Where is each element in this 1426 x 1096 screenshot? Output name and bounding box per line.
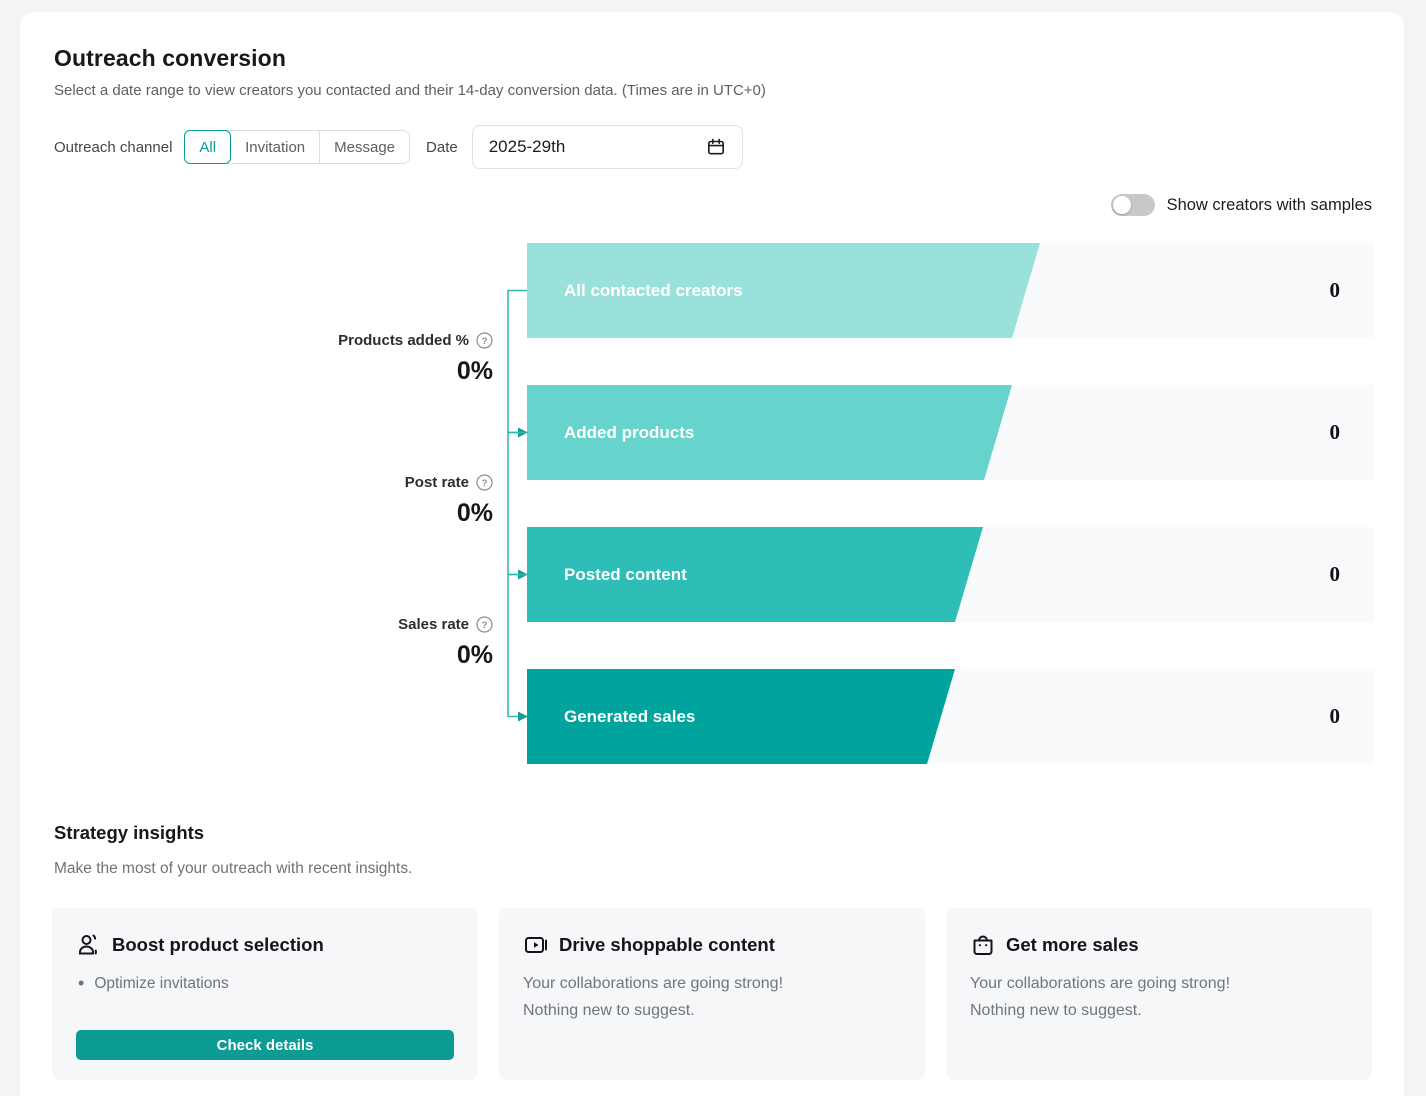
calendar-icon[interactable]	[706, 137, 726, 157]
funnel-bar: Added products	[527, 385, 1012, 480]
funnel-connector-lines	[20, 243, 540, 768]
strategy-insights-title: Strategy insights	[54, 822, 204, 844]
funnel-stage-label: Posted content	[564, 527, 687, 622]
funnel-bar: Generated sales	[527, 669, 955, 764]
funnel-stage-value: 0	[1330, 527, 1341, 622]
insight-card-title: Boost product selection	[112, 934, 324, 956]
page-title: Outreach conversion	[54, 45, 286, 72]
funnel-stage-label: Generated sales	[564, 669, 695, 764]
date-picker-input[interactable]: 2025-29th	[472, 125, 743, 169]
shoppable-video-icon	[523, 932, 549, 958]
funnel-bar: Posted content	[527, 527, 983, 622]
funnel-stage-label: Added products	[564, 385, 694, 480]
insight-card-boost-product-selection: Boost product selection • Optimize invit…	[52, 908, 478, 1080]
samples-toggle-row: Show creators with samples	[1111, 194, 1372, 216]
channel-segmented-control: All Invitation Message	[184, 130, 410, 164]
insight-body: Your collaborations are going strong! No…	[523, 970, 901, 1024]
insight-card-drive-shoppable-content: Drive shoppable content Your collaborati…	[499, 908, 925, 1080]
channel-tab-all[interactable]: All	[184, 130, 231, 164]
bullet-dot: •	[78, 973, 84, 994]
date-value: 2025-29th	[489, 137, 706, 157]
funnel-row-all-contacted: All contacted creators 0	[527, 243, 1374, 338]
insight-card-title: Drive shoppable content	[559, 934, 775, 956]
insight-cards: Boost product selection • Optimize invit…	[52, 908, 1372, 1080]
channel-tab-message[interactable]: Message	[319, 131, 409, 163]
insight-bullet: • Optimize invitations	[76, 973, 454, 994]
strategy-insights-subtitle: Make the most of your outreach with rece…	[54, 860, 412, 878]
funnel-stage-value: 0	[1330, 385, 1341, 480]
check-details-button[interactable]: Check details	[76, 1030, 454, 1060]
date-label: Date	[426, 139, 458, 156]
outreach-conversion-panel: Outreach conversion Select a date range …	[20, 12, 1404, 1096]
creator-megaphone-icon	[76, 932, 102, 958]
samples-toggle-label: Show creators with samples	[1167, 196, 1372, 215]
insight-body: Your collaborations are going strong! No…	[970, 970, 1348, 1024]
funnel-row-added-products: Added products 0	[527, 385, 1374, 480]
outreach-funnel-chart: All contacted creators 0 Added products …	[20, 243, 1404, 768]
insight-card-title: Get more sales	[1006, 934, 1139, 956]
funnel-stage-label: All contacted creators	[564, 243, 743, 338]
outreach-channel-label: Outreach channel	[54, 139, 172, 156]
toggle-knob	[1113, 196, 1131, 214]
page-subtitle: Select a date range to view creators you…	[54, 82, 766, 99]
channel-tab-invitation[interactable]: Invitation	[231, 131, 319, 163]
show-creators-with-samples-toggle[interactable]	[1111, 194, 1155, 216]
funnel-row-generated-sales: Generated sales 0	[527, 669, 1374, 764]
insight-card-get-more-sales: Get more sales Your collaborations are g…	[946, 908, 1372, 1080]
funnel-row-posted-content: Posted content 0	[527, 527, 1374, 622]
funnel-stage-value: 0	[1330, 243, 1341, 338]
funnel-stage-value: 0	[1330, 669, 1341, 764]
funnel-bar: All contacted creators	[527, 243, 1040, 338]
shopping-bag-icon	[970, 932, 996, 958]
filter-row: Outreach channel All Invitation Message …	[54, 125, 743, 169]
